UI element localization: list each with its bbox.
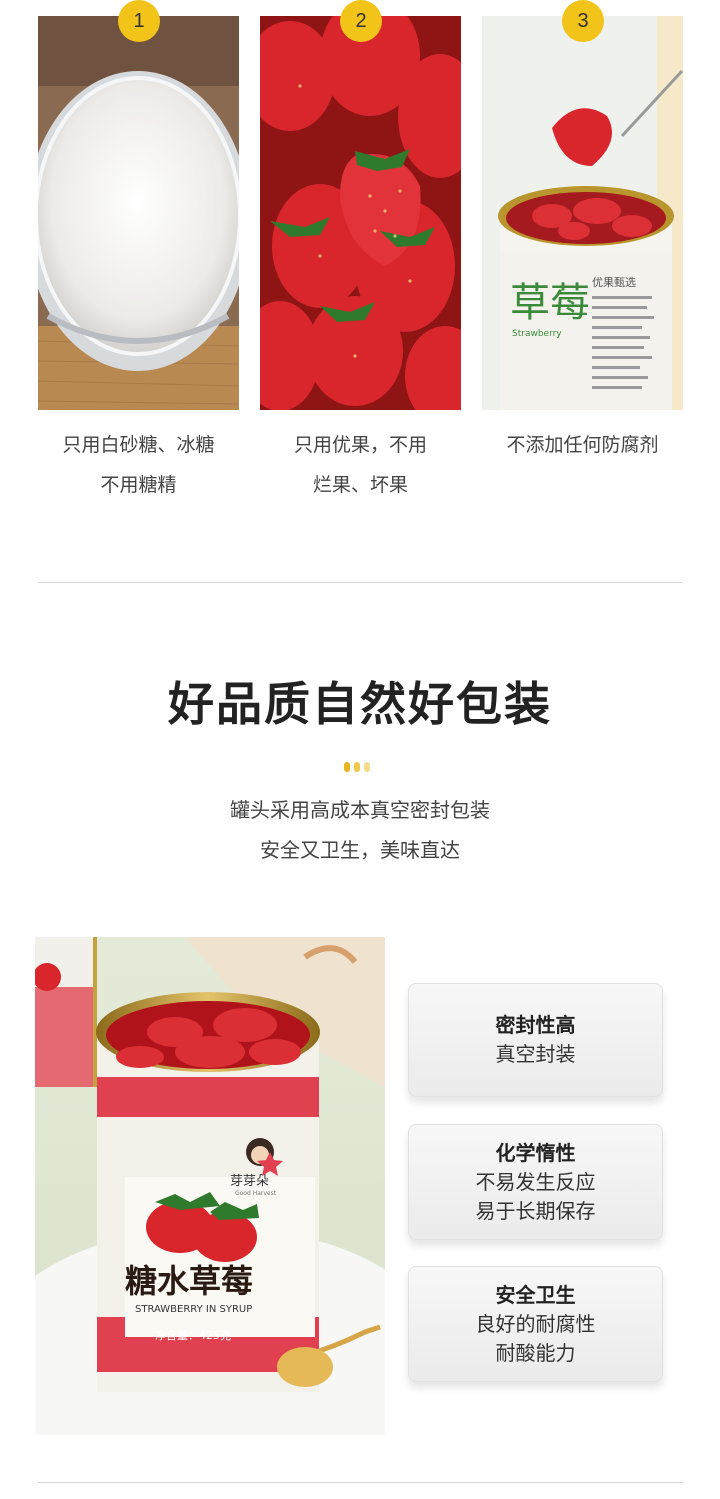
card-title: 化学惰性 — [495, 1140, 576, 1165]
card-line: 良好的耐腐性 — [475, 1311, 596, 1336]
caption-line1: 只用白砂糖、冰糖 — [62, 434, 215, 456]
card-title: 安全卫生 — [495, 1282, 576, 1307]
card-title: 密封性高 — [495, 1013, 576, 1037]
caption-line1: 不添加任何防腐剂 — [506, 434, 659, 456]
can-side-small: 优果甄选 — [592, 276, 636, 289]
caption-line1: 只用优果，不用 — [293, 434, 427, 456]
subtitle-line2: 安全又卫生，美味直达 — [260, 838, 460, 862]
feature-caption: 不添加任何防腐剂 — [462, 425, 703, 465]
feature-card-safety: 安全卫生 良好的耐腐性 耐酸能力 — [408, 1266, 663, 1382]
card-line: 易于长期保存 — [475, 1198, 596, 1223]
can-net-weight: 净含量：425克 — [155, 1328, 231, 1342]
feature-caption: 只用优果，不用 烂果、坏果 — [240, 425, 481, 505]
open-can-photo: 草莓 Strawberry 优果甄选 — [482, 16, 683, 410]
product-can-photo: 芽芽朵 Good Harvest 糖水草莓 STRAWBERRY IN SYRU… — [35, 937, 385, 1435]
card-line: 不易发生反应 — [475, 1169, 596, 1194]
bottom-divider — [38, 1482, 683, 1483]
sugar-photo — [38, 16, 239, 410]
feature-number-badge: 3 — [562, 0, 604, 42]
section-divider — [38, 582, 683, 583]
caption-line2: 不用糖精 — [100, 474, 177, 496]
can-brand-sub: Good Harvest — [235, 1190, 277, 1197]
section-subtitle: 罐头采用高成本真空密封包装 安全又卫生，美味直达 — [0, 790, 720, 870]
feature-caption: 只用白砂糖、冰糖 不用糖精 — [18, 425, 259, 505]
can-main-title: 糖水草莓 — [125, 1262, 253, 1300]
can-english-title: STRAWBERRY IN SYRUP — [135, 1304, 252, 1315]
section-headline: 好品质自然好包装 — [168, 677, 552, 731]
strawberries-photo — [260, 16, 461, 410]
card-line: 耐酸能力 — [495, 1340, 576, 1365]
feature-card-inertness: 化学惰性 不易发生反应 易于长期保存 — [408, 1124, 663, 1240]
caption-line2: 烂果、坏果 — [312, 474, 408, 496]
feature-card-sealing: 密封性高 真空封装 — [408, 983, 663, 1097]
feature-number-badge: 1 — [118, 0, 160, 42]
decorative-dots — [344, 762, 378, 772]
card-line: 真空封装 — [495, 1042, 576, 1066]
feature-number-badge: 2 — [340, 0, 382, 42]
can-side-english: Strawberry — [512, 329, 562, 339]
subtitle-line1: 罐头采用高成本真空密封包装 — [230, 798, 490, 822]
can-brand: 芽芽朵 — [230, 1174, 269, 1189]
can-side-word: 草莓 — [510, 280, 590, 326]
